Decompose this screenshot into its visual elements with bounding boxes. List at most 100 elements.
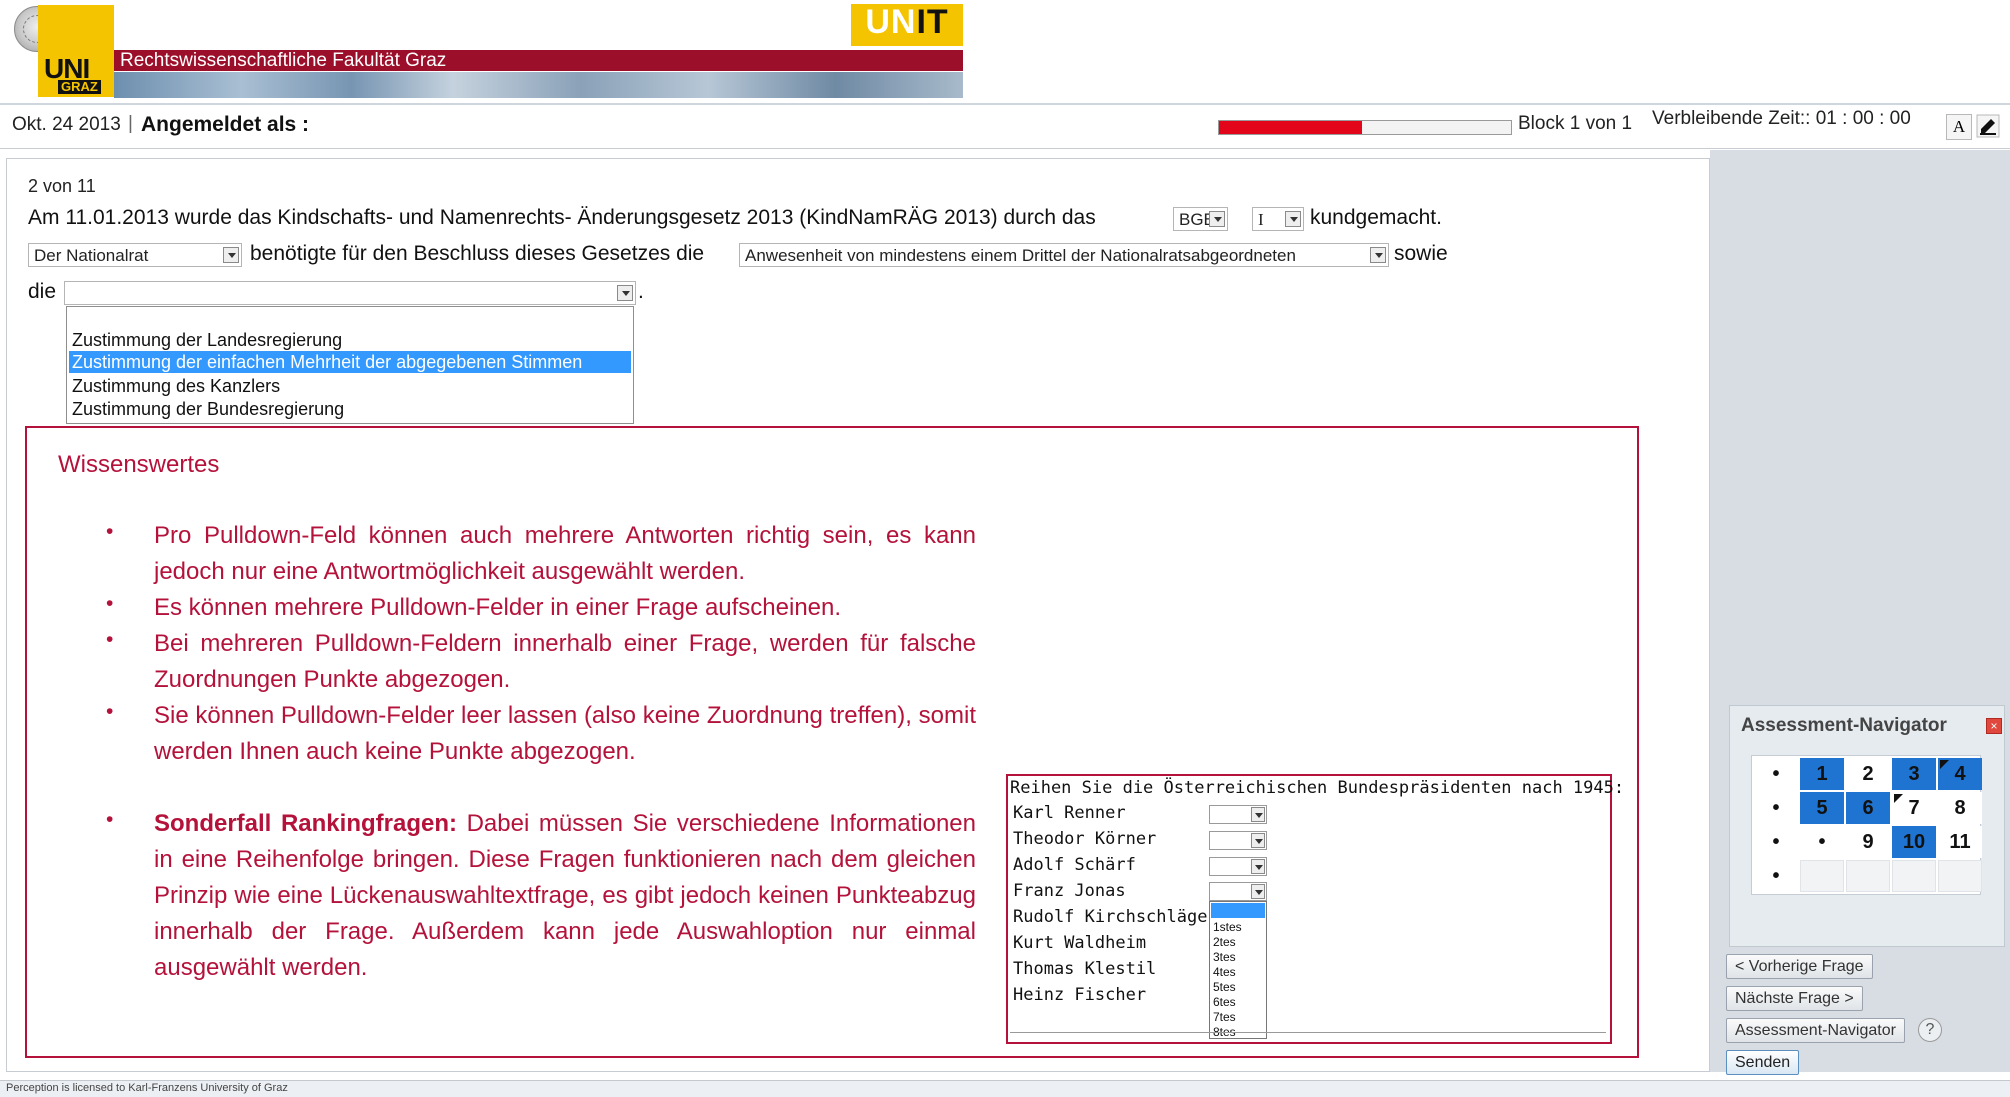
nav-question-9[interactable]: 9 (1846, 826, 1890, 858)
question-text-line3: die (28, 280, 57, 303)
nav-cell-marker: • (1754, 792, 1798, 824)
nav-question-1[interactable]: 1 (1800, 758, 1844, 790)
ranking-name: Thomas Klestil (1013, 959, 1157, 979)
dropdown-option-selected[interactable]: Zustimmung der einfachen Mehrheit der ab… (69, 351, 631, 373)
nav-cell-empty (1892, 860, 1936, 892)
progress-bar-fill (1219, 121, 1363, 134)
progress-bar (1218, 120, 1512, 135)
select-nationalrat-value: Der Nationalrat (34, 246, 149, 265)
ranking-name: Rudolf Kirchschläger (1013, 907, 1218, 927)
question-text-line1: Am 11.01.2013 wurde das Kindschafts- und… (28, 206, 1096, 229)
ranking-dropdown-highlight (1211, 903, 1265, 918)
ranking-option[interactable]: 7tes (1213, 1010, 1236, 1024)
university-logo-subtext: GRAZ (58, 80, 101, 94)
nav-cell-marker: • (1800, 826, 1844, 858)
previous-question-button[interactable]: < Vorherige Frage (1726, 954, 1873, 979)
ranking-name: Adolf Schärf (1013, 855, 1136, 875)
logged-in-label: Angemeldet als : (141, 113, 310, 136)
ranking-divider (1010, 1032, 1606, 1033)
dropdown-option[interactable]: Zustimmung der Landesregierung (69, 329, 631, 351)
ranking-option[interactable]: 1stes (1213, 920, 1242, 934)
select-roman-numeral[interactable]: I (1252, 207, 1304, 231)
info-bullet: Bei mehreren Pulldown-Feldern innerhalb … (154, 630, 976, 693)
nav-cell-empty (1800, 860, 1844, 892)
header-photo-strip (114, 72, 963, 98)
assessment-navigator-button[interactable]: Assessment-Navigator (1726, 1018, 1905, 1043)
info-title: Wissenswertes (58, 451, 220, 478)
edit-icon[interactable] (1976, 114, 2000, 138)
chevron-down-icon (1251, 859, 1265, 874)
nav-question-3[interactable]: 3 (1892, 758, 1936, 790)
question-text-line3-end: . (638, 280, 644, 303)
flag-icon (1940, 760, 1949, 769)
select-nationalrat[interactable]: Der Nationalrat (28, 243, 242, 267)
nav-question-2[interactable]: 2 (1846, 758, 1890, 790)
ranking-name: Kurt Waldheim (1013, 933, 1147, 953)
nav-cell-marker: • (1754, 758, 1798, 790)
select-anwesenheit-value: Anwesenheit von mindestens einem Drittel… (745, 246, 1296, 265)
info-bullet: Pro Pulldown-Feld können auch mehrere An… (154, 522, 976, 585)
ranking-name: Karl Renner (1013, 803, 1126, 823)
ranking-option[interactable]: 2tes (1213, 935, 1236, 949)
ranking-option[interactable]: 5tes (1213, 980, 1236, 994)
ranking-select[interactable] (1209, 882, 1267, 901)
info-bullet-special: Sonderfall Rankingfragen: Dabei müssen S… (154, 806, 976, 986)
dropdown-option[interactable]: Zustimmung der Bundesregierung (69, 398, 631, 420)
send-button[interactable]: Senden (1726, 1050, 1800, 1075)
select-anwesenheit[interactable]: Anwesenheit von mindestens einem Drittel… (739, 243, 1389, 267)
block-indicator: Block 1 von 1 (1518, 113, 1633, 134)
ranking-name: Franz Jonas (1013, 881, 1126, 901)
nav-cell-marker: • (1754, 826, 1798, 858)
nav-cell-empty (1846, 860, 1890, 892)
close-icon[interactable]: × (1986, 718, 2002, 734)
nav-question-5[interactable]: 5 (1800, 792, 1844, 824)
faculty-title: Rechtswissenschaftliche Fakultät Graz (120, 50, 447, 71)
dropdown-list: Zustimmung der Landesregierung Zustimmun… (66, 306, 634, 424)
select-bgbl[interactable]: BGBl. (1173, 207, 1228, 231)
question-text-line2-end: sowie (1394, 242, 1448, 265)
nav-question-6[interactable]: 6 (1846, 792, 1890, 824)
question-text-line1-end: kundgemacht. (1310, 206, 1442, 229)
chevron-down-icon (223, 247, 239, 263)
next-question-button[interactable]: Nächste Frage > (1726, 986, 1863, 1011)
select-roman-value: I (1258, 210, 1264, 229)
bullet-marker: • (106, 628, 114, 651)
nav-question-7[interactable]: 7 (1892, 792, 1936, 824)
nav-question-4[interactable]: 4 (1938, 758, 1982, 790)
help-icon[interactable]: ? (1918, 1018, 1942, 1042)
chevron-down-icon (1251, 884, 1265, 899)
ranking-select[interactable] (1209, 805, 1267, 824)
date-separator: | (128, 113, 133, 134)
ranking-option[interactable]: 3tes (1213, 950, 1236, 964)
chevron-down-icon (1370, 247, 1386, 263)
header-banner: UNI GRAZ Rechtswissenschaftliche Fakultä… (0, 0, 2010, 105)
special-case-label: Sonderfall Rankingfragen: (154, 810, 457, 837)
ranking-option[interactable]: 4tes (1213, 965, 1236, 979)
bullet-marker: • (106, 592, 114, 615)
nav-cell-empty (1938, 860, 1982, 892)
navigator-grid: • 1 2 3 4 • 5 6 7 8 • • 9 10 11 • (1751, 755, 1982, 895)
nav-question-10[interactable]: 10 (1892, 826, 1936, 858)
question-text-line2: benötigte für den Beschluss dieses Geset… (250, 242, 705, 265)
license-text: Perception is licensed to Karl-Franzens … (6, 1082, 288, 1094)
navigator-title: Assessment-Navigator (1741, 715, 1947, 736)
remaining-time: Verbleibende Zeit:: 01 : 00 : 00 (1652, 108, 1911, 129)
nav-question-11[interactable]: 11 (1938, 826, 1982, 858)
footer (0, 1080, 2010, 1097)
bullet-marker: • (106, 700, 114, 723)
dropdown-option[interactable]: Zustimmung des Kanzlers (69, 375, 631, 397)
ranking-select[interactable] (1209, 831, 1267, 850)
chevron-down-icon (1251, 807, 1265, 822)
nav-cell-marker: • (1754, 860, 1798, 892)
ranking-select[interactable] (1209, 857, 1267, 876)
font-size-button[interactable]: A (1946, 114, 1972, 140)
bullet-marker: • (106, 520, 114, 543)
ranking-option[interactable]: 6tes (1213, 995, 1236, 1009)
ranking-name: Theodor Körner (1013, 829, 1157, 849)
chevron-down-icon (1209, 211, 1225, 227)
select-die[interactable] (64, 281, 636, 305)
unit-logo: UNIT (851, 4, 963, 46)
ranking-dropdown-list: 1stes 2tes 3tes 4tes 5tes 6tes 7tes 8tes (1209, 901, 1267, 1039)
nav-question-8[interactable]: 8 (1938, 792, 1982, 824)
chevron-down-icon (1285, 211, 1301, 227)
